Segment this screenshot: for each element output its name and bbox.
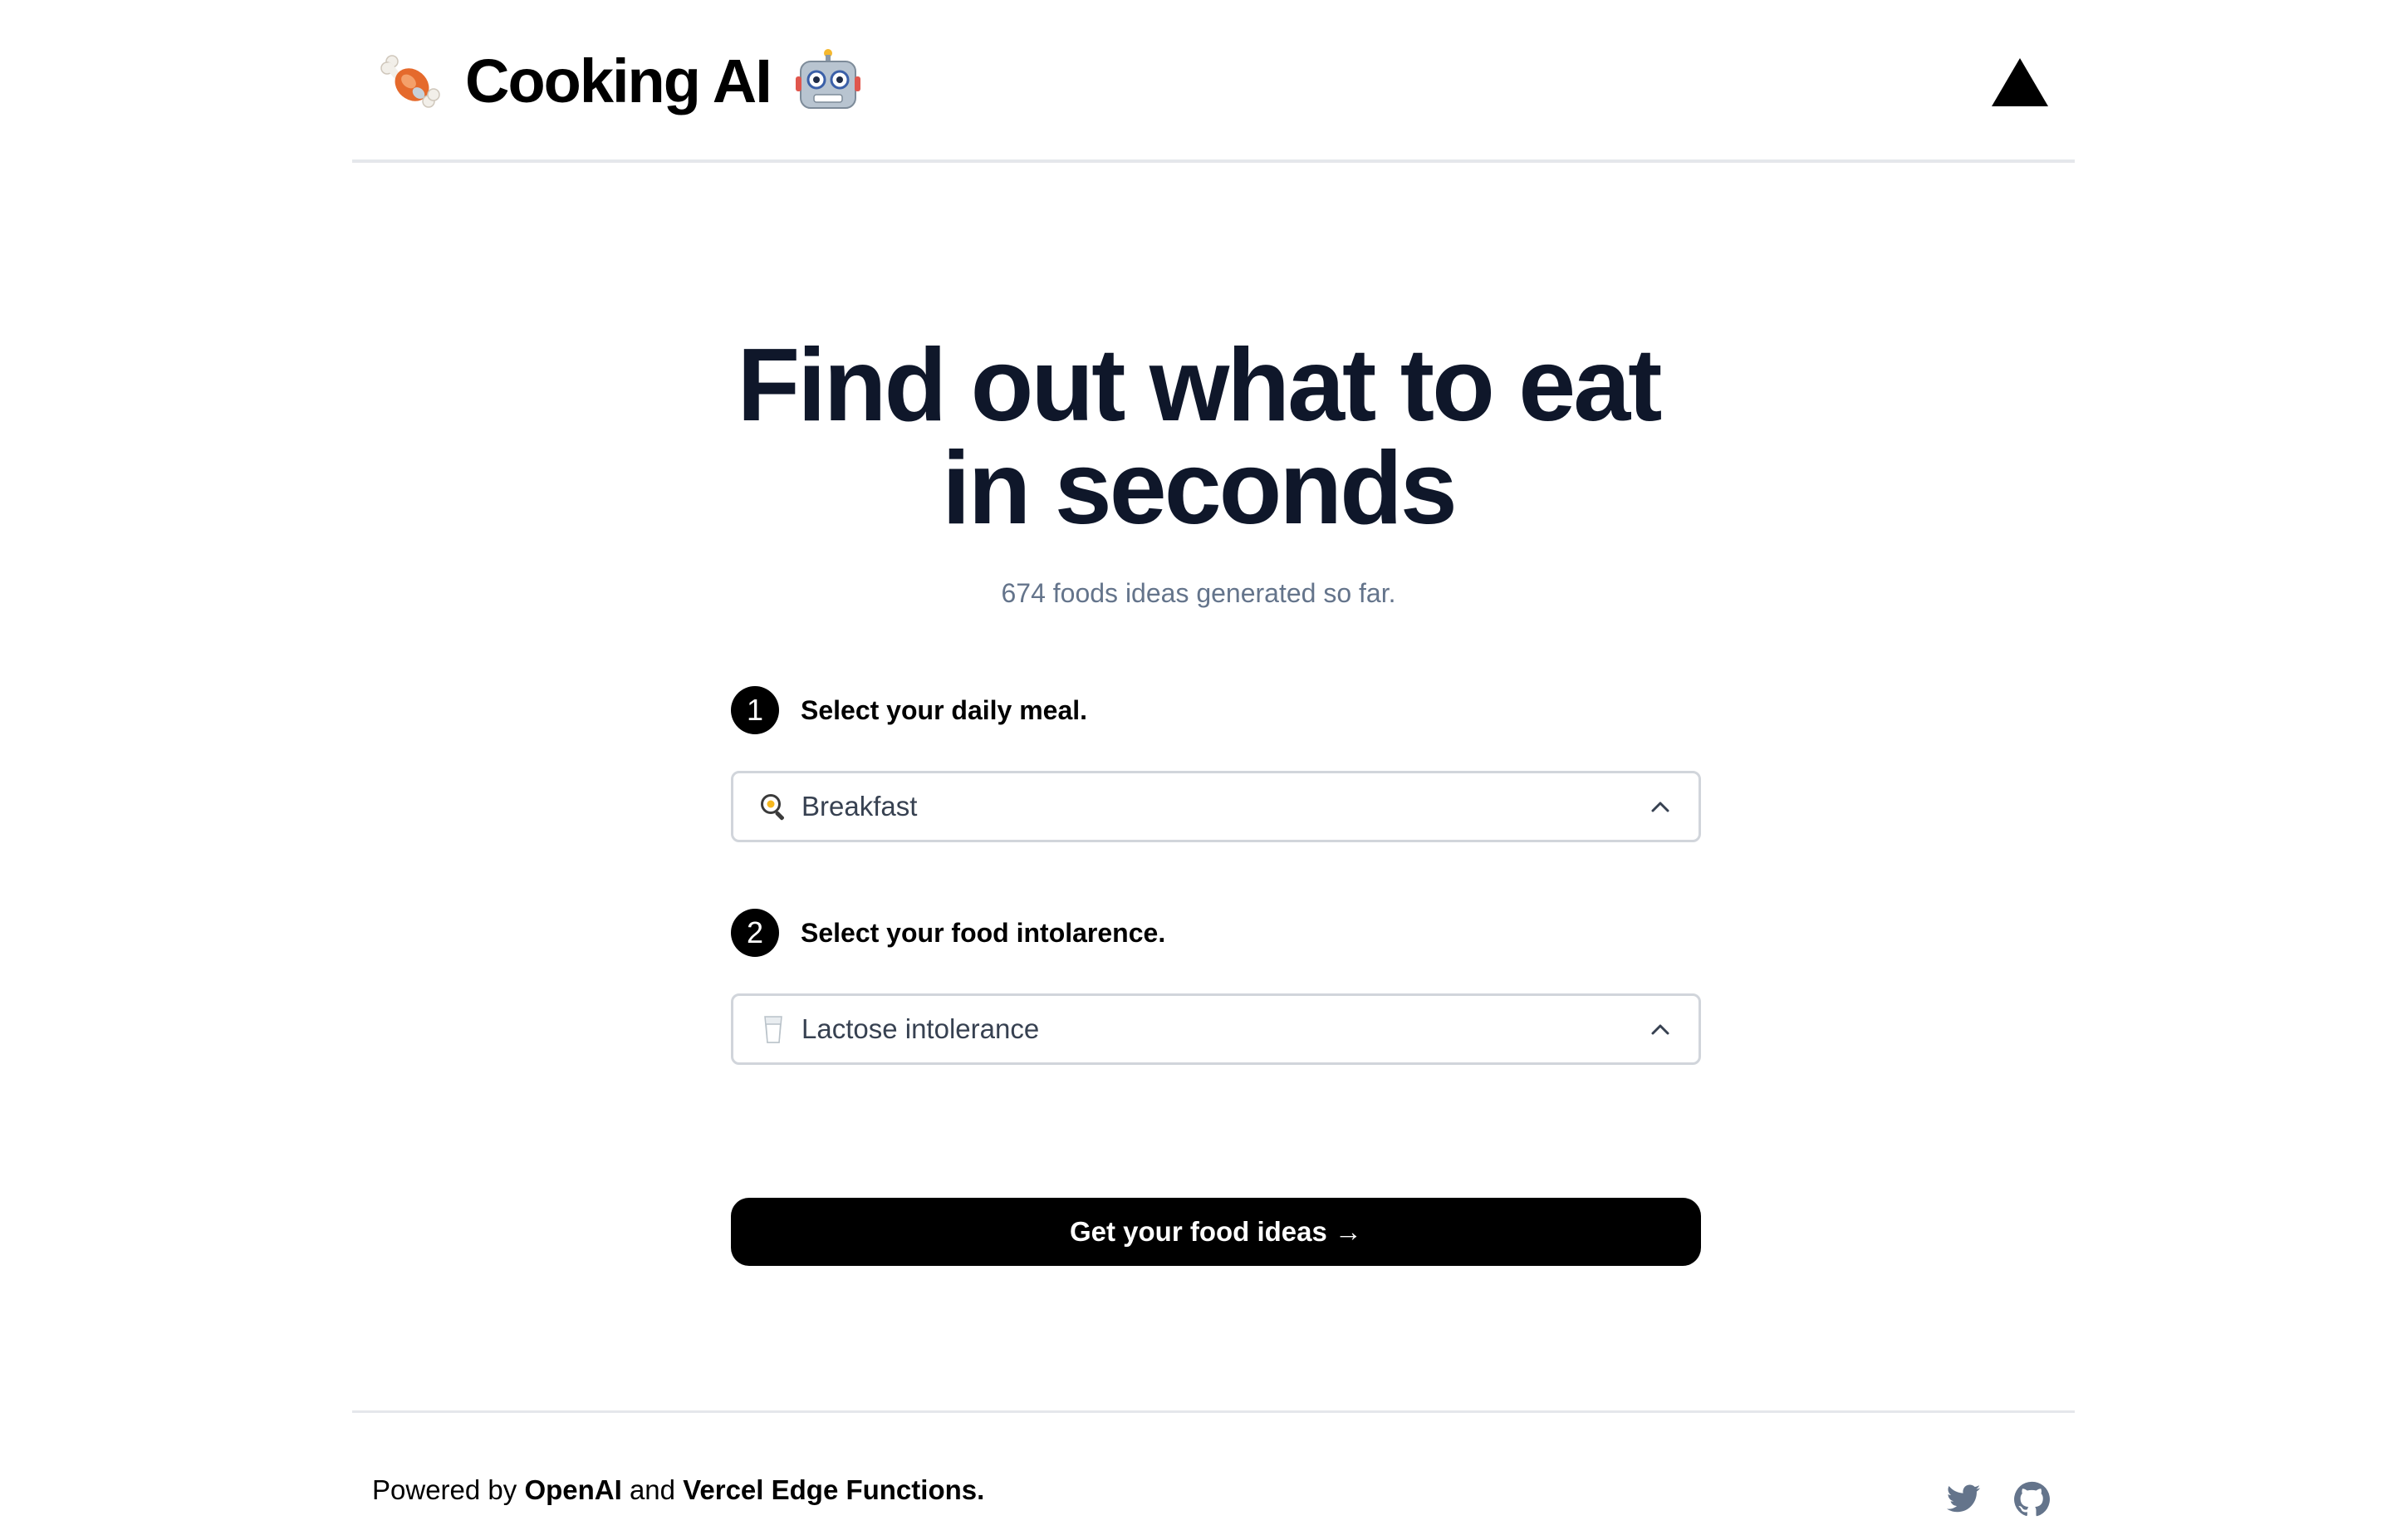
step-label: Select your food intolarence.	[801, 917, 1166, 948]
meal-select-value: Breakfast	[801, 791, 918, 821]
robot-face-icon	[795, 49, 860, 109]
step-number-badge: 1	[731, 686, 779, 734]
footer-middle: and	[621, 1474, 684, 1505]
frying-pan-egg-icon	[761, 794, 784, 821]
step-number-badge: 2	[731, 909, 779, 957]
chevron-up-icon	[1651, 1024, 1669, 1035]
ideas-count-text: 674 foods ideas generated so far.	[1001, 578, 1396, 608]
footer-prefix: Powered by	[372, 1474, 525, 1505]
intolerance-select-value: Lactose intolerance	[801, 1013, 1040, 1044]
vercel-edge-functions-link[interactable]: Vercel Edge Functions.	[683, 1474, 984, 1505]
openai-link[interactable]: OpenAI	[524, 1474, 621, 1505]
glass-of-milk-icon	[764, 1016, 782, 1043]
github-icon[interactable]	[2013, 1481, 2050, 1518]
app-title: Cooking AI	[465, 46, 772, 115]
page: Cooking AI Find out what to eat in secon…	[0, 0, 2397, 1540]
hero-title-line-2: in seconds	[942, 431, 1458, 546]
vercel-triangle-icon[interactable]	[1992, 58, 2048, 106]
twitter-icon[interactable]	[1945, 1481, 1982, 1518]
chevron-up-icon	[1651, 802, 1669, 812]
step-2: 2 Select your food intolarence.	[731, 909, 1165, 957]
step-label: Select your daily meal.	[801, 694, 1088, 725]
brand[interactable]: Cooking AI	[375, 43, 862, 118]
site-header: Cooking AI	[352, 0, 2075, 163]
meat-on-bone-icon	[380, 55, 440, 108]
get-food-ideas-button[interactable]: Get your food ideas →	[731, 1198, 1701, 1266]
meal-select[interactable]: Breakfast	[731, 771, 1701, 842]
site-footer: Powered by OpenAI and Vercel Edge Functi…	[352, 1410, 2075, 1540]
hero-title: Find out what to eat in seconds	[0, 334, 2397, 540]
step-1: 1 Select your daily meal.	[731, 686, 1087, 734]
hero-title-line-1: Find out what to eat	[737, 328, 1663, 443]
intolerance-select[interactable]: Lactose intolerance	[731, 993, 1701, 1065]
footer-credits: Powered by OpenAI and Vercel Edge Functi…	[372, 1474, 984, 1506]
